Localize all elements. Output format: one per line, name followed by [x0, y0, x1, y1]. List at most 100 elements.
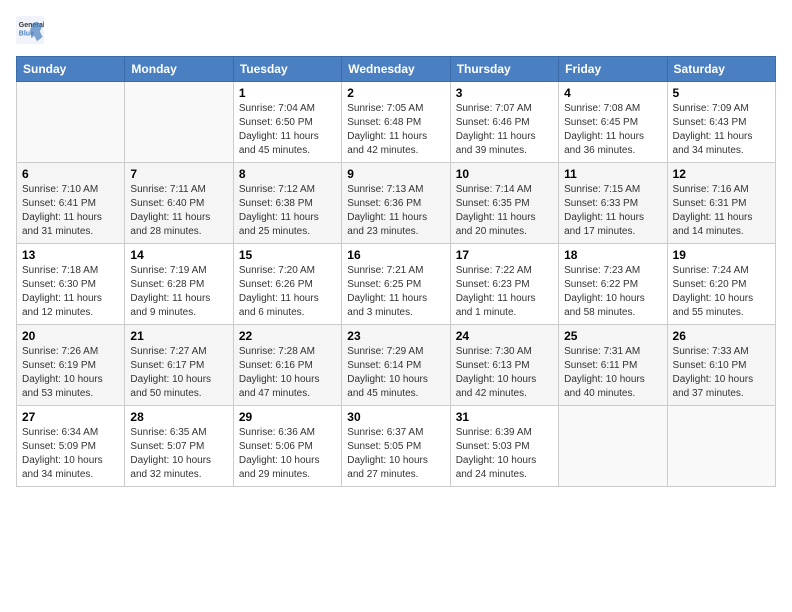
day-info: Sunrise: 7:11 AM Sunset: 6:40 PM Dayligh…	[130, 183, 227, 239]
day-info: Sunrise: 7:30 AM Sunset: 6:13 PM Dayligh…	[456, 345, 553, 401]
day-info: Sunrise: 7:08 AM Sunset: 6:45 PM Dayligh…	[564, 102, 661, 158]
col-header-saturday: Saturday	[667, 57, 775, 82]
day-number: 25	[564, 329, 661, 343]
day-info: Sunrise: 7:07 AM Sunset: 6:46 PM Dayligh…	[456, 102, 553, 158]
day-cell: 16 Sunrise: 7:21 AM Sunset: 6:25 PM Dayli…	[342, 244, 450, 325]
day-number: 10	[456, 167, 553, 181]
week-row-5: 27Sunrise: 6:34 AM Sunset: 5:09 PM Dayli…	[17, 406, 776, 487]
day-info: Sunrise: 7:23 AM Sunset: 6:22 PM Dayligh…	[564, 264, 661, 320]
week-row-3: 13 Sunrise: 7:18 AM Sunset: 6:30 PM Dayli…	[17, 244, 776, 325]
day-cell: 9 Sunrise: 7:13 AM Sunset: 6:36 PM Daylig…	[342, 163, 450, 244]
week-row-4: 20 Sunrise: 7:26 AM Sunset: 6:19 PM Dayli…	[17, 325, 776, 406]
day-info: Sunrise: 7:16 AM Sunset: 6:31 PM Dayligh…	[673, 183, 770, 239]
calendar-header-row: SundayMondayTuesdayWednesdayThursdayFrid…	[17, 57, 776, 82]
col-header-thursday: Thursday	[450, 57, 558, 82]
day-cell: 23 Sunrise: 7:29 AM Sunset: 6:14 PM Dayli…	[342, 325, 450, 406]
day-number: 18	[564, 248, 661, 262]
day-info: Sunrise: 7:09 AM Sunset: 6:43 PM Dayligh…	[673, 102, 770, 158]
day-number: 8	[239, 167, 336, 181]
day-number: 6	[22, 167, 119, 181]
day-cell: 11 Sunrise: 7:15 AM Sunset: 6:33 PM Dayli…	[559, 163, 667, 244]
day-number: 13	[22, 248, 119, 262]
day-cell: 4 Sunrise: 7:08 AM Sunset: 6:45 PM Daylig…	[559, 82, 667, 163]
day-info: Sunrise: 7:14 AM Sunset: 6:35 PM Dayligh…	[456, 183, 553, 239]
day-number: 4	[564, 86, 661, 100]
week-row-2: 6Sunrise: 7:10 AM Sunset: 6:41 PM Daylig…	[17, 163, 776, 244]
day-number: 5	[673, 86, 770, 100]
day-info: Sunrise: 7:18 AM Sunset: 6:30 PM Dayligh…	[22, 264, 119, 320]
day-info: Sunrise: 6:37 AM Sunset: 5:05 PM Dayligh…	[347, 426, 444, 482]
day-cell: 13 Sunrise: 7:18 AM Sunset: 6:30 PM Dayli…	[17, 244, 125, 325]
day-cell: 14Sunrise: 7:19 AM Sunset: 6:28 PM Dayli…	[125, 244, 233, 325]
day-cell: 15 Sunrise: 7:20 AM Sunset: 6:26 PM Dayli…	[233, 244, 341, 325]
calendar-table: SundayMondayTuesdayWednesdayThursdayFrid…	[16, 56, 776, 487]
day-info: Sunrise: 6:36 AM Sunset: 5:06 PM Dayligh…	[239, 426, 336, 482]
day-cell: 12 Sunrise: 7:16 AM Sunset: 6:31 PM Dayli…	[667, 163, 775, 244]
day-cell: 6Sunrise: 7:10 AM Sunset: 6:41 PM Daylig…	[17, 163, 125, 244]
day-number: 15	[239, 248, 336, 262]
day-info: Sunrise: 7:21 AM Sunset: 6:25 PM Dayligh…	[347, 264, 444, 320]
day-cell: 27Sunrise: 6:34 AM Sunset: 5:09 PM Dayli…	[17, 406, 125, 487]
week-row-1: 1 Sunrise: 7:04 AM Sunset: 6:50 PM Daylig…	[17, 82, 776, 163]
day-cell: 19Sunrise: 7:24 AM Sunset: 6:20 PM Dayli…	[667, 244, 775, 325]
day-cell: 3 Sunrise: 7:07 AM Sunset: 6:46 PM Daylig…	[450, 82, 558, 163]
day-cell: 7 Sunrise: 7:11 AM Sunset: 6:40 PM Daylig…	[125, 163, 233, 244]
day-number: 24	[456, 329, 553, 343]
day-cell: 22 Sunrise: 7:28 AM Sunset: 6:16 PM Dayli…	[233, 325, 341, 406]
day-info: Sunrise: 7:28 AM Sunset: 6:16 PM Dayligh…	[239, 345, 336, 401]
day-cell: 17Sunrise: 7:22 AM Sunset: 6:23 PM Dayli…	[450, 244, 558, 325]
day-info: Sunrise: 7:15 AM Sunset: 6:33 PM Dayligh…	[564, 183, 661, 239]
day-number: 9	[347, 167, 444, 181]
day-cell: 28Sunrise: 6:35 AM Sunset: 5:07 PM Dayli…	[125, 406, 233, 487]
day-cell: 2Sunrise: 7:05 AM Sunset: 6:48 PM Daylig…	[342, 82, 450, 163]
day-info: Sunrise: 7:13 AM Sunset: 6:36 PM Dayligh…	[347, 183, 444, 239]
day-number: 30	[347, 410, 444, 424]
day-number: 14	[130, 248, 227, 262]
col-header-wednesday: Wednesday	[342, 57, 450, 82]
day-cell: 20 Sunrise: 7:26 AM Sunset: 6:19 PM Dayli…	[17, 325, 125, 406]
day-info: Sunrise: 7:22 AM Sunset: 6:23 PM Dayligh…	[456, 264, 553, 320]
day-cell	[667, 406, 775, 487]
day-cell: 31Sunrise: 6:39 AM Sunset: 5:03 PM Dayli…	[450, 406, 558, 487]
day-number: 11	[564, 167, 661, 181]
day-cell: 1 Sunrise: 7:04 AM Sunset: 6:50 PM Daylig…	[233, 82, 341, 163]
day-number: 1	[239, 86, 336, 100]
day-cell: 10 Sunrise: 7:14 AM Sunset: 6:35 PM Dayli…	[450, 163, 558, 244]
day-cell: 30 Sunrise: 6:37 AM Sunset: 5:05 PM Dayli…	[342, 406, 450, 487]
day-number: 20	[22, 329, 119, 343]
day-number: 31	[456, 410, 553, 424]
day-cell	[559, 406, 667, 487]
day-info: Sunrise: 7:26 AM Sunset: 6:19 PM Dayligh…	[22, 345, 119, 401]
day-cell: 18 Sunrise: 7:23 AM Sunset: 6:22 PM Dayli…	[559, 244, 667, 325]
day-cell: 8 Sunrise: 7:12 AM Sunset: 6:38 PM Daylig…	[233, 163, 341, 244]
day-cell	[125, 82, 233, 163]
day-info: Sunrise: 7:29 AM Sunset: 6:14 PM Dayligh…	[347, 345, 444, 401]
col-header-monday: Monday	[125, 57, 233, 82]
day-cell	[17, 82, 125, 163]
logo: General Blue	[16, 16, 48, 44]
day-number: 22	[239, 329, 336, 343]
day-info: Sunrise: 7:20 AM Sunset: 6:26 PM Dayligh…	[239, 264, 336, 320]
col-header-sunday: Sunday	[17, 57, 125, 82]
day-info: Sunrise: 7:33 AM Sunset: 6:10 PM Dayligh…	[673, 345, 770, 401]
day-cell: 5 Sunrise: 7:09 AM Sunset: 6:43 PM Daylig…	[667, 82, 775, 163]
day-number: 26	[673, 329, 770, 343]
day-number: 12	[673, 167, 770, 181]
day-number: 7	[130, 167, 227, 181]
day-cell: 24 Sunrise: 7:30 AM Sunset: 6:13 PM Dayli…	[450, 325, 558, 406]
day-number: 16	[347, 248, 444, 262]
day-number: 29	[239, 410, 336, 424]
day-number: 2	[347, 86, 444, 100]
day-info: Sunrise: 7:12 AM Sunset: 6:38 PM Dayligh…	[239, 183, 336, 239]
day-info: Sunrise: 7:31 AM Sunset: 6:11 PM Dayligh…	[564, 345, 661, 401]
col-header-friday: Friday	[559, 57, 667, 82]
day-number: 23	[347, 329, 444, 343]
day-info: Sunrise: 7:27 AM Sunset: 6:17 PM Dayligh…	[130, 345, 227, 401]
day-number: 3	[456, 86, 553, 100]
logo-icon: General Blue	[16, 16, 44, 44]
day-cell: 21Sunrise: 7:27 AM Sunset: 6:17 PM Dayli…	[125, 325, 233, 406]
day-cell: 26 Sunrise: 7:33 AM Sunset: 6:10 PM Dayli…	[667, 325, 775, 406]
day-info: Sunrise: 7:24 AM Sunset: 6:20 PM Dayligh…	[673, 264, 770, 320]
day-info: Sunrise: 7:04 AM Sunset: 6:50 PM Dayligh…	[239, 102, 336, 158]
day-info: Sunrise: 6:34 AM Sunset: 5:09 PM Dayligh…	[22, 426, 119, 482]
